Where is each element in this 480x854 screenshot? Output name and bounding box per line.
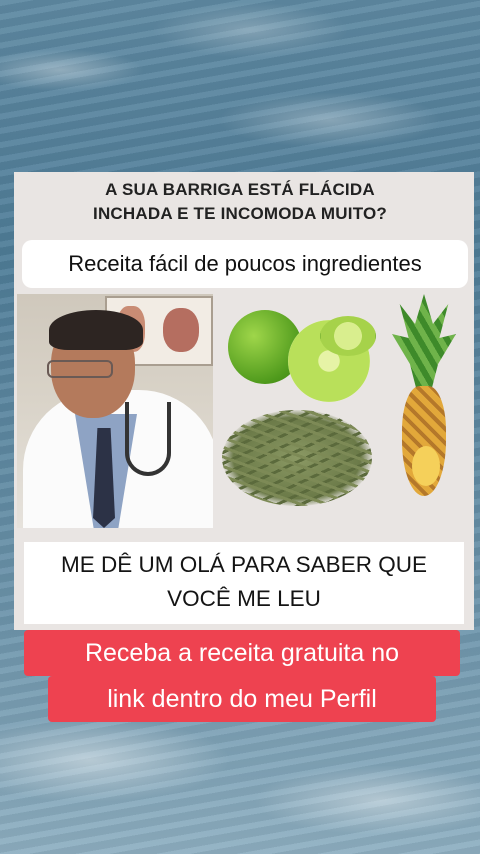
caption-text: ME DÊ UM OLÁ PARA SABER QUE VOCÊ ME LEU bbox=[24, 548, 464, 616]
caption-line-2: VOCÊ ME LEU bbox=[167, 586, 321, 611]
doctor-photo bbox=[17, 294, 213, 528]
glasses bbox=[47, 360, 113, 378]
cta-text-1: Receba a receita gratuita no bbox=[84, 638, 400, 667]
cta-text-2: link dentro do meu Perfil bbox=[107, 684, 377, 713]
pineapple-image bbox=[392, 294, 456, 394]
lime-slice bbox=[320, 316, 376, 356]
subtitle-text: Receita fácil de poucos ingredientes bbox=[68, 251, 422, 276]
cta-line-1: Receba a receita gratuita no bbox=[24, 630, 460, 676]
subtitle-pill: Receita fácil de poucos ingredientes bbox=[22, 240, 468, 288]
cta-line-2: link dentro do meu Perfil bbox=[48, 676, 436, 722]
dried-herbs-image bbox=[222, 410, 372, 506]
ingredients-image bbox=[216, 290, 470, 530]
headline: A SUA BARRIGA ESTÁ FLÁCIDA INCHADA E TE … bbox=[0, 178, 480, 226]
caption-line-1: ME DÊ UM OLÁ PARA SABER QUE bbox=[61, 552, 427, 577]
headline-line-1: A SUA BARRIGA ESTÁ FLÁCIDA bbox=[105, 180, 375, 199]
headline-line-2: INCHADA E TE INCOMODA MUITO? bbox=[93, 204, 387, 223]
stethoscope bbox=[125, 402, 171, 476]
pineapple-peel bbox=[402, 386, 446, 496]
doctor-hair bbox=[49, 310, 143, 350]
